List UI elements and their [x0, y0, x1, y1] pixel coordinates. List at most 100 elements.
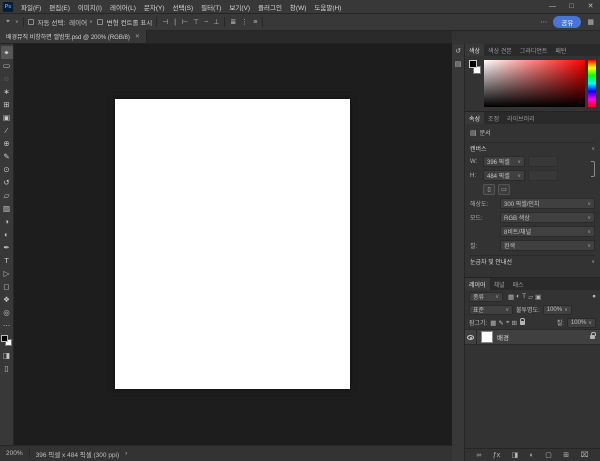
panel-tab[interactable]: 색상 — [465, 44, 485, 56]
lock-transparency-icon[interactable]: ▦ — [490, 319, 496, 327]
portrait-orientation-button[interactable]: ▯ — [483, 184, 495, 195]
clone-stamp-tool-icon[interactable]: ⊙ — [1, 163, 13, 176]
panel-tab[interactable]: 조정 — [484, 112, 503, 124]
filter-pixel-layers-icon[interactable]: ▦ — [508, 293, 514, 301]
lasso-tool-icon[interactable]: ◌ — [1, 72, 13, 85]
lock-all-icon[interactable] — [519, 317, 526, 325]
gradient-tool-icon[interactable]: ▨ — [1, 202, 13, 215]
layer-mask-icon[interactable]: ◨ — [512, 451, 519, 459]
menu-item[interactable]: 레이어(L) — [106, 2, 140, 12]
history-panel-icon[interactable]: ↺ — [455, 47, 461, 55]
tab-close-icon[interactable]: ✕ — [135, 33, 140, 40]
panel-tab[interactable]: 색상 견본 — [484, 44, 516, 56]
align-vertical-centers-icon[interactable]: − — [203, 19, 209, 26]
layer-effects-icon[interactable]: ƒx — [493, 452, 500, 459]
new-layer-icon[interactable]: ⊞ — [563, 451, 569, 459]
bit-depth-dropdown[interactable]: 8비트/채널 ∨ — [500, 226, 595, 237]
canvas-section-header[interactable]: 캔버스 ∨ — [470, 142, 595, 153]
lock-pixels-icon[interactable]: ✎ — [498, 319, 503, 327]
frame-tool-icon[interactable]: ▣ — [1, 111, 13, 124]
menu-item[interactable]: 플러그인 — [254, 2, 286, 12]
align-right-edges-icon[interactable]: ⊢ — [181, 18, 189, 26]
path-selection-tool-icon[interactable]: ▷ — [1, 267, 13, 280]
shape-tool-icon[interactable]: ◻ — [1, 280, 13, 293]
brush-tool-icon[interactable]: ✎ — [1, 150, 13, 163]
panel-tab[interactable]: 속성 — [465, 112, 485, 124]
blend-mode-dropdown[interactable]: 표준 ∨ — [469, 304, 513, 315]
filter-smart-objects-icon[interactable]: ▣ — [535, 293, 541, 301]
layer-fill-field[interactable]: 100% ∨ — [566, 317, 596, 328]
color-swatches[interactable] — [1, 335, 12, 346]
history-brush-tool-icon[interactable]: ↺ — [1, 176, 13, 189]
menu-item[interactable]: 도움말(H) — [310, 2, 345, 12]
panel-tab[interactable]: 그라디언트 — [516, 44, 552, 56]
zoom-level[interactable]: 200% — [6, 450, 23, 457]
color-saturation-box[interactable] — [484, 60, 585, 107]
move-tool-icon[interactable]: ⌖ — [0, 46, 13, 59]
marquee-tool-icon[interactable]: ▭ — [1, 59, 13, 72]
panel-tab[interactable]: 패스 — [509, 278, 528, 290]
width-field[interactable]: 396 픽셀 ∨ — [483, 156, 525, 167]
distribute-horizontal-icon[interactable]: ≣ — [229, 18, 237, 26]
share-button[interactable]: 공유 — [553, 16, 582, 28]
height-field[interactable]: 484 픽셀 ∨ — [483, 170, 525, 181]
type-tool-icon[interactable]: T — [1, 254, 13, 267]
auto-select-checkbox[interactable] — [27, 19, 34, 25]
eraser-tool-icon[interactable]: ▱ — [1, 189, 13, 202]
distribute-vertical-icon[interactable]: ⋮ — [240, 18, 249, 26]
menu-item[interactable]: 문자(Y) — [140, 2, 169, 12]
layer-visibility-cell[interactable] — [465, 329, 477, 345]
link-layers-icon[interactable]: ∞ — [476, 452, 481, 459]
color-mode-dropdown[interactable]: RGB 색상 ∨ — [500, 212, 595, 223]
layer-group-icon[interactable]: ▢ — [545, 451, 552, 459]
quick-selection-tool-icon[interactable]: ∗ — [1, 85, 13, 98]
show-transform-checkbox[interactable] — [96, 19, 103, 25]
screen-mode-icon[interactable]: ▯ — [1, 362, 13, 375]
align-left-edges-icon[interactable]: ⊣ — [161, 18, 169, 26]
auto-select-target-dropdown[interactable]: 레이어 ∨ — [69, 17, 93, 27]
export-panel-icon[interactable]: ▤ — [455, 60, 462, 68]
canvas-area[interactable] — [14, 44, 452, 445]
hand-tool-icon[interactable]: ❖ — [1, 293, 13, 306]
menu-item[interactable]: 파일(F) — [17, 2, 45, 12]
pen-tool-icon[interactable]: ✒ — [1, 241, 13, 254]
status-chevron-icon[interactable]: › — [125, 450, 127, 457]
filter-shape-layers-icon[interactable]: ▱ — [528, 293, 533, 301]
menu-item[interactable]: 편집(E) — [45, 2, 74, 12]
quick-mask-icon[interactable]: ◨ — [1, 349, 13, 362]
minimize-button[interactable]: — — [543, 0, 562, 13]
healing-brush-tool-icon[interactable]: ⊕ — [1, 137, 13, 150]
filter-adjustment-layers-icon[interactable]: ◐ — [516, 293, 520, 301]
chevron-down-icon[interactable]: ∨ — [15, 19, 19, 25]
edit-toolbar-icon[interactable]: ⋯ — [1, 319, 13, 332]
layer-filter-dropdown[interactable]: 종류 ∨ — [469, 291, 503, 302]
layer-row[interactable]: 배경 — [465, 329, 600, 345]
menu-item[interactable]: 선택(S) — [168, 2, 197, 12]
filter-type-layers-icon[interactable]: T — [522, 293, 526, 301]
lock-position-icon[interactable]: ⌖ — [506, 319, 510, 327]
align-top-edges-icon[interactable]: ⊤ — [192, 18, 200, 26]
workspace-switcher-icon[interactable]: ▦ — [586, 18, 595, 26]
delete-layer-icon[interactable]: ⌧ — [581, 451, 589, 459]
distribute-spacing-icon[interactable]: ≡ — [252, 19, 258, 26]
opacity-field[interactable]: 100% ∨ — [542, 304, 572, 315]
canvas-fill-dropdown[interactable]: 흰색 ∨ — [500, 240, 595, 251]
maximize-button[interactable]: □ — [562, 0, 581, 13]
layer-thumbnail[interactable] — [481, 331, 493, 343]
blur-tool-icon[interactable]: ◑ — [1, 215, 13, 228]
align-horizontal-centers-icon[interactable]: ∣ — [172, 18, 178, 26]
link-dimensions-icon[interactable] — [591, 160, 595, 177]
more-options-icon[interactable]: ⋯ — [539, 18, 548, 26]
filter-toggle-icon[interactable]: ● — [592, 293, 596, 300]
crop-tool-icon[interactable]: ⊞ — [1, 98, 13, 111]
lock-artboard-icon[interactable]: ⊞ — [512, 319, 517, 327]
hue-slider[interactable] — [588, 60, 596, 107]
panel-tab[interactable]: 라이브러리 — [503, 112, 539, 124]
dodge-tool-icon[interactable]: ◐ — [1, 228, 13, 241]
foreground-color-swatch[interactable] — [469, 60, 477, 68]
color-swatches[interactable] — [469, 60, 481, 74]
eyedropper-tool-icon[interactable]: ∕ — [1, 124, 13, 137]
adjustment-layer-icon[interactable]: ◐ — [530, 452, 534, 459]
panel-tab[interactable]: 레이어 — [465, 278, 490, 290]
panel-tab[interactable]: 패턴 — [551, 44, 570, 56]
